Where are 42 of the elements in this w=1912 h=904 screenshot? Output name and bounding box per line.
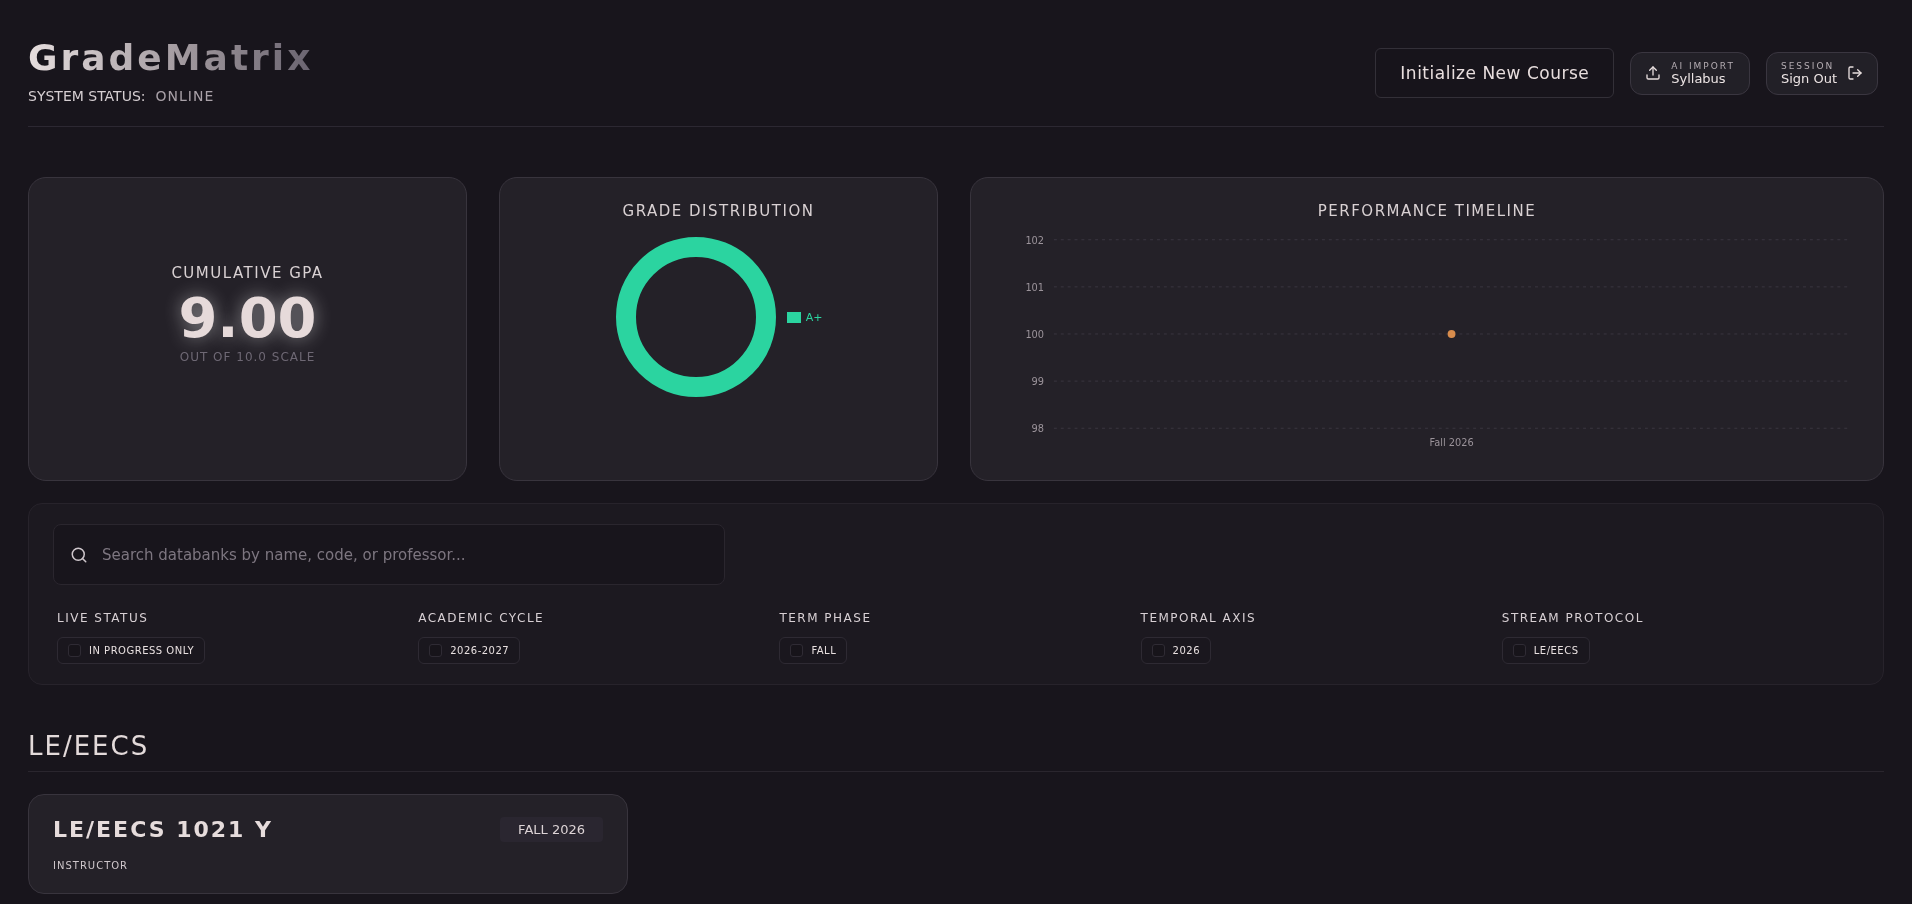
checkbox[interactable] [429, 644, 443, 657]
legend-label: A+ [805, 310, 823, 324]
card-title: PERFORMANCE TIMELINE [1317, 202, 1537, 220]
gpa-value: 9.00 [178, 286, 317, 350]
card-title: GRADE DISTRIBUTION [622, 202, 815, 220]
filter-title: TEMPORAL AXIS [1140, 611, 1257, 625]
axis-category-label: Fall 2026 [1429, 436, 1474, 448]
data-point [1447, 330, 1456, 338]
import-button[interactable]: AI IMPORT Syllabus [1630, 51, 1750, 95]
search-input[interactable]: Search databanks by name, code, or professor... [100, 544, 708, 565]
filter-option[interactable]: IN PROGRESS ONLY [57, 637, 206, 664]
filter-option[interactable]: FALL [779, 637, 848, 664]
checkbox[interactable] [68, 644, 81, 657]
gpa-subtitle: OUT OF 10.0 SCALE [179, 350, 316, 364]
course-code: LE/EECS 1021 Y [53, 817, 274, 842]
instructor-label: INSTRUCTOR [53, 860, 130, 871]
term-tag: FALL 2026 [500, 817, 603, 842]
filter-title: TERM PHASE [779, 611, 872, 625]
checkbox[interactable] [1512, 644, 1526, 657]
axis-tick-label: 99 [1031, 376, 1045, 388]
axis-tick-label: 100 [1025, 328, 1045, 340]
status-label: SYSTEM STATUS: [28, 88, 146, 104]
section-title: LE/EECS [28, 731, 1884, 772]
upload-icon [1645, 65, 1662, 81]
search-icon [70, 545, 88, 564]
filter-title: STREAM PROTOCOL [1501, 611, 1644, 625]
filter-option[interactable]: 2026-2027 [418, 637, 521, 664]
filter-title: LIVE STATUS [57, 611, 149, 625]
filter-option[interactable]: LE/EECS [1501, 637, 1590, 664]
checkbox[interactable] [1151, 644, 1165, 657]
axis-tick-label: 101 [1025, 281, 1045, 293]
logout-icon [1847, 65, 1863, 81]
axis-tick-label: 98 [1031, 423, 1045, 435]
new-course-button[interactable]: Initialize New Course [1375, 48, 1615, 98]
search-field[interactable]: Search databanks by name, code, or professor... [53, 524, 725, 585]
filter-title: ACADEMIC CYCLE [418, 611, 545, 625]
status-value: ONLINE [155, 88, 215, 104]
axis-tick-label: 102 [1025, 234, 1045, 246]
sign-out-button[interactable]: SESSION Sign Out [1765, 51, 1878, 95]
checkbox[interactable] [790, 644, 804, 657]
card-title: CUMULATIVE GPA [171, 264, 324, 282]
filter-option[interactable]: 2026 [1140, 637, 1212, 664]
